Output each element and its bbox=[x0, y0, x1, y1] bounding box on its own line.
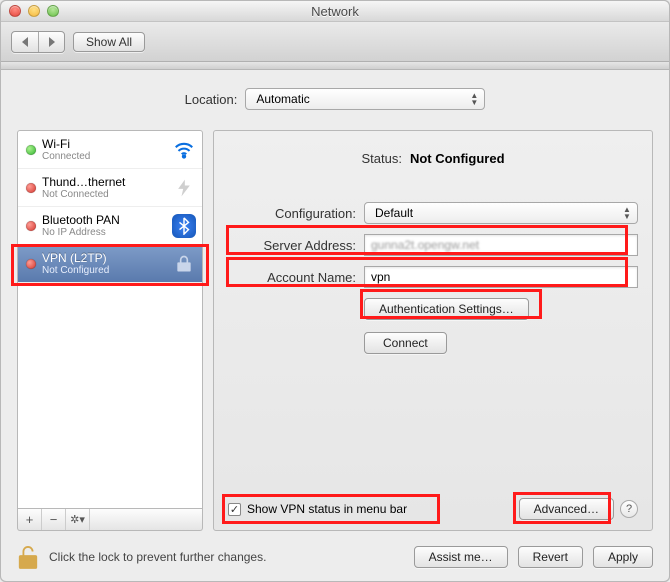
service-status: Connected bbox=[42, 151, 168, 162]
server-address-label: Server Address: bbox=[228, 238, 356, 253]
location-value: Automatic bbox=[256, 92, 309, 106]
service-list-buttons: + − ✲▾ bbox=[17, 509, 203, 531]
show-vpn-status-label: Show VPN status in menu bar bbox=[247, 502, 407, 516]
thunderbolt-icon bbox=[172, 176, 196, 200]
nav-back-forward bbox=[11, 31, 65, 53]
help-button[interactable]: ? bbox=[620, 500, 638, 518]
sidebar-item-thunderbolt-ethernet[interactable]: Thund…thernet Not Connected bbox=[18, 169, 202, 207]
chevron-updown-icon: ▲▼ bbox=[620, 205, 634, 221]
titlebar: Network bbox=[1, 1, 669, 22]
location-row: Location: Automatic ▲▼ bbox=[1, 70, 669, 130]
window-footer: Click the lock to prevent further change… bbox=[1, 537, 669, 581]
zoom-icon[interactable] bbox=[47, 5, 59, 17]
configuration-value: Default bbox=[375, 206, 413, 220]
status-dot-icon bbox=[26, 259, 36, 269]
footer-buttons: Assist me… Revert Apply bbox=[414, 546, 653, 568]
wifi-icon bbox=[172, 138, 196, 162]
service-detail-pane: Status: Not Configured Configuration: De… bbox=[213, 130, 653, 531]
service-actions-button[interactable]: ✲▾ bbox=[66, 509, 90, 530]
server-address-field[interactable]: gunna2t.opengw.net bbox=[364, 234, 638, 256]
back-button[interactable] bbox=[12, 32, 38, 52]
toolbar-shelf bbox=[1, 62, 669, 70]
sidebar-item-wifi[interactable]: Wi-Fi Connected bbox=[18, 131, 202, 169]
advanced-button[interactable]: Advanced… bbox=[519, 498, 614, 520]
sidebar-item-bluetooth-pan[interactable]: Bluetooth PAN No IP Address bbox=[18, 207, 202, 245]
toolbar: Show All bbox=[1, 22, 669, 62]
content-area: Wi-Fi Connected Thund…thernet Not Connec… bbox=[1, 130, 669, 537]
revert-button[interactable]: Revert bbox=[518, 546, 583, 568]
detail-footer: ✓ Show VPN status in menu bar Advanced… … bbox=[228, 492, 638, 520]
apply-button[interactable]: Apply bbox=[593, 546, 653, 568]
status-dot-icon bbox=[26, 145, 36, 155]
minimize-icon[interactable] bbox=[28, 5, 40, 17]
status-label: Status: bbox=[361, 151, 401, 166]
service-status: Not Connected bbox=[42, 189, 168, 200]
location-popup[interactable]: Automatic ▲▼ bbox=[245, 88, 485, 110]
show-all-button[interactable]: Show All bbox=[73, 32, 145, 52]
service-sidebar: Wi-Fi Connected Thund…thernet Not Connec… bbox=[17, 130, 203, 531]
service-name: Bluetooth PAN bbox=[42, 213, 168, 227]
connect-button[interactable]: Connect bbox=[364, 332, 447, 354]
service-status: Not Configured bbox=[42, 265, 168, 276]
account-name-field[interactable]: vpn bbox=[364, 266, 638, 288]
location-label: Location: bbox=[185, 92, 238, 107]
status-dot-icon bbox=[26, 221, 36, 231]
lock-text: Click the lock to prevent further change… bbox=[49, 550, 404, 564]
account-name-label: Account Name: bbox=[228, 270, 356, 285]
remove-service-button[interactable]: − bbox=[42, 509, 66, 530]
service-name: Thund…thernet bbox=[42, 175, 168, 189]
authentication-settings-button[interactable]: Authentication Settings… bbox=[364, 298, 529, 320]
status-dot-icon bbox=[26, 183, 36, 193]
bluetooth-icon bbox=[172, 214, 196, 238]
server-address-value: gunna2t.opengw.net bbox=[371, 238, 479, 252]
chevron-updown-icon: ▲▼ bbox=[467, 91, 481, 107]
service-status: No IP Address bbox=[42, 227, 168, 238]
spacer bbox=[90, 509, 202, 530]
sidebar-item-vpn[interactable]: VPN (L2TP) Not Configured bbox=[18, 245, 202, 283]
service-name: VPN (L2TP) bbox=[42, 251, 168, 265]
close-icon[interactable] bbox=[9, 5, 21, 17]
lock-icon bbox=[172, 252, 196, 276]
service-list: Wi-Fi Connected Thund…thernet Not Connec… bbox=[17, 130, 203, 509]
configuration-popup[interactable]: Default ▲▼ bbox=[364, 202, 638, 224]
status-value: Not Configured bbox=[410, 151, 505, 166]
forward-button[interactable] bbox=[38, 32, 64, 52]
service-name: Wi-Fi bbox=[42, 137, 168, 151]
show-vpn-status-row: ✓ Show VPN status in menu bar bbox=[228, 502, 407, 516]
configuration-label: Configuration: bbox=[228, 206, 356, 221]
show-vpn-status-checkbox[interactable]: ✓ bbox=[228, 503, 241, 516]
status-row: Status: Not Configured bbox=[228, 151, 638, 166]
config-grid: Configuration: Default ▲▼ Server Address… bbox=[228, 202, 638, 354]
add-service-button[interactable]: + bbox=[18, 509, 42, 530]
window-title: Network bbox=[1, 4, 669, 19]
assist-me-button[interactable]: Assist me… bbox=[414, 546, 508, 568]
lock-icon[interactable] bbox=[17, 545, 39, 569]
window-controls bbox=[9, 5, 59, 17]
account-name-value: vpn bbox=[371, 270, 390, 284]
network-preferences-window: Network Show All Location: Automatic ▲▼ bbox=[0, 0, 670, 582]
